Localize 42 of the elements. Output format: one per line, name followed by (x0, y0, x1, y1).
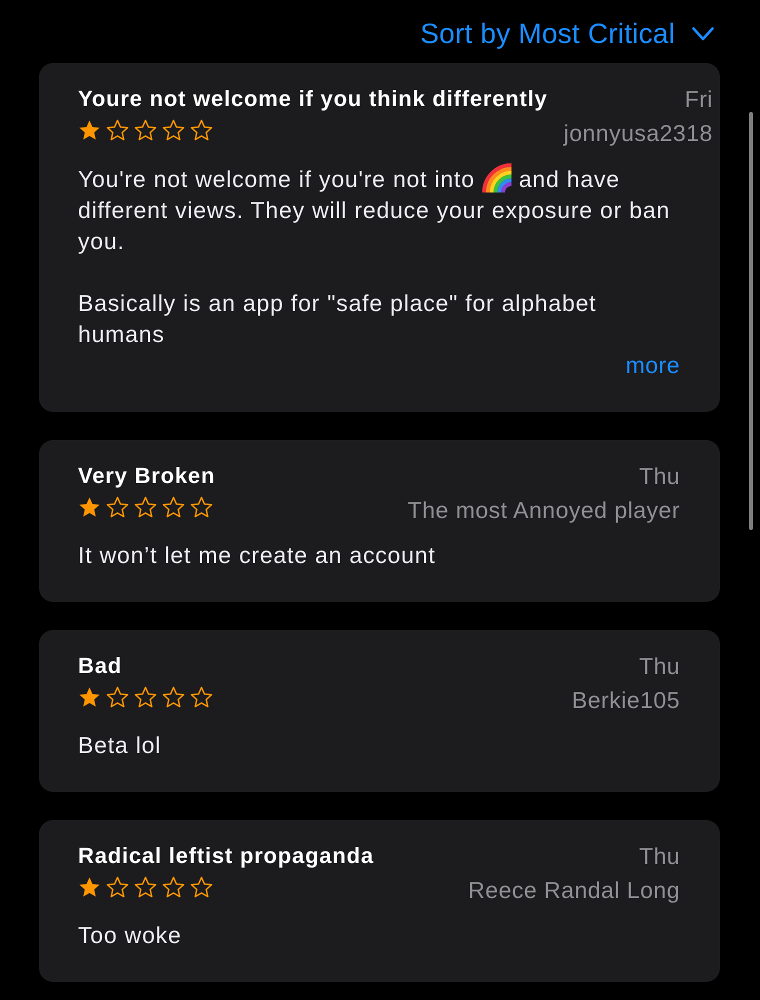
review-date: Thu (638, 652, 680, 680)
filled-star-icon (78, 496, 101, 518)
reviewer-name: The most Annoyed player (408, 496, 680, 524)
review-date: Fri (684, 85, 713, 113)
empty-star-icon (190, 496, 213, 518)
more-link[interactable]: more (626, 350, 680, 381)
reviewer-name: jonnyusa2318 (564, 119, 713, 147)
review-date: Thu (638, 842, 680, 870)
empty-star-icon (134, 686, 157, 708)
empty-star-icon (190, 686, 213, 708)
filled-star-icon (78, 876, 101, 898)
empty-star-icon (162, 496, 185, 518)
empty-star-icon (190, 119, 213, 141)
review-text: It won’t let me create an account (78, 541, 437, 570)
sort-menu-button[interactable]: Sort by Most Critical (420, 18, 714, 50)
review-title: Bad (78, 652, 123, 680)
review-text: Beta lol (78, 731, 162, 760)
review-title: Youre not welcome if you think differently (78, 85, 548, 113)
chevron-down-icon (692, 27, 714, 41)
review-text: Basically is an app for "safe place" for alphabet humans (78, 289, 598, 349)
scrollbar-thumb[interactable] (749, 112, 753, 530)
empty-star-icon (106, 686, 129, 708)
filled-star-icon (78, 686, 101, 708)
review-text: You're not welcome if you're not into and have different views. They will reduce your exposure or ban you. (78, 163, 680, 257)
empty-star-icon (190, 876, 213, 898)
empty-star-icon (134, 876, 157, 898)
empty-star-icon (162, 119, 185, 141)
empty-star-icon (106, 119, 129, 141)
empty-star-icon (106, 496, 129, 518)
reviewer-name: Reece Randal Long (468, 876, 680, 904)
review-text: Too woke (78, 921, 183, 950)
empty-star-icon (162, 686, 185, 708)
reviewer-name: Berkie105 (572, 686, 680, 714)
review-title: Radical leftist propaganda (78, 842, 375, 870)
review-date: Thu (638, 462, 680, 490)
empty-star-icon (134, 119, 157, 141)
review-title: Very Broken (78, 462, 216, 490)
filled-star-icon (78, 119, 101, 141)
empty-star-icon (134, 496, 157, 518)
empty-star-icon (106, 876, 129, 898)
empty-star-icon (162, 876, 185, 898)
rainbow-icon (482, 163, 512, 193)
